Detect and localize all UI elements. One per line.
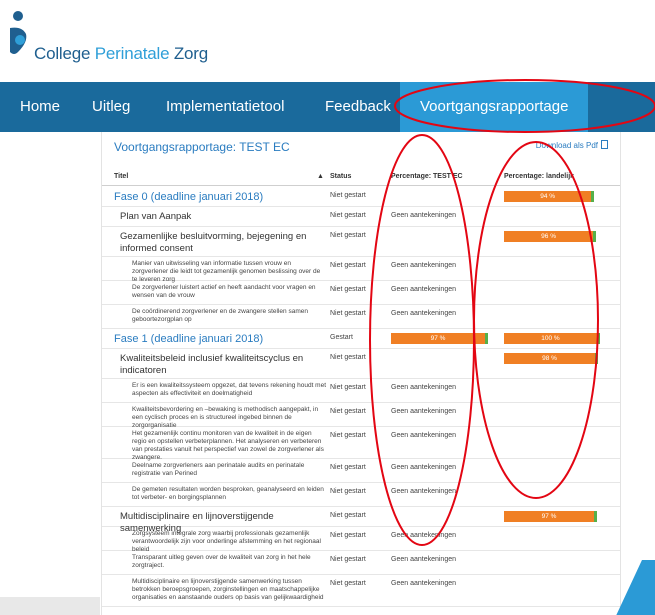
- nav-implementatietool[interactable]: Implementatietool: [166, 82, 284, 132]
- download-pdf-link[interactable]: Download als Pdf: [536, 140, 608, 150]
- row-test-value: Geen aantekeningen: [391, 532, 456, 539]
- row-test-value: Geen aantekeningen: [391, 286, 456, 293]
- row-title: De gemeten resultaten worden besproken, …: [132, 486, 324, 501]
- row-title: De zorgverlener luistert actief en heeft…: [132, 284, 316, 299]
- row-status: Niet gestart: [330, 384, 366, 391]
- table-row[interactable]: De gemeten resultaten worden besproken, …: [102, 483, 620, 507]
- row-title: Transparant uitleg geven over de kwalite…: [132, 554, 311, 569]
- row-status: Niet gestart: [330, 464, 366, 471]
- row-test-value: Geen aantekeningen: [391, 556, 456, 563]
- row-title: Multidisciplinaire en lijnoverstijgende …: [132, 578, 324, 601]
- table-row[interactable]: De coördinerend zorgverlener en de zwang…: [102, 305, 620, 329]
- row-test-value: Geen aantekeningen: [391, 432, 456, 439]
- row-title: Er is een kwaliteitssysteem opgezet, dat…: [132, 382, 327, 397]
- sort-asc-icon[interactable]: ▲: [317, 173, 324, 180]
- row-title: Plan van Aanpak: [120, 211, 192, 222]
- nav-feedback[interactable]: Feedback: [325, 82, 391, 132]
- row-status: Niet gestart: [330, 262, 366, 269]
- footer-strip: [0, 597, 100, 615]
- national-progress-bar: 97 %: [504, 511, 598, 522]
- table-row[interactable]: Manier van uitwisseling van informatie t…: [102, 257, 620, 283]
- row-test-value: Geen aantekeningen: [391, 580, 456, 587]
- row-status: Niet gestart: [330, 408, 366, 415]
- phase-row[interactable]: Fase 0 (deadline januari 2018) Niet gesta…: [102, 187, 620, 207]
- report-panel: Voortgangsrapportage: TEST EC Download a…: [101, 132, 621, 615]
- row-test-value: Geen aantekeningen: [391, 464, 456, 471]
- row-test-value: Geen aantekeningen: [391, 212, 456, 219]
- table-header: Titel ▲ Status Percentage: TEST EC Perce…: [102, 170, 620, 186]
- col-test[interactable]: Percentage: TEST EC: [391, 173, 463, 180]
- row-title: Het gezamenlijk continu monitoren van de…: [132, 430, 324, 461]
- table-row[interactable]: Zorgsysteem integrale zorg waarbij profe…: [102, 527, 620, 553]
- national-progress-bar: 100 %: [504, 333, 600, 344]
- table-row[interactable]: Er is een kwaliteitssysteem opgezet, dat…: [102, 379, 620, 403]
- row-status: Niet gestart: [330, 354, 366, 361]
- download-label: Download als Pdf: [535, 141, 598, 150]
- page-margin: [0, 132, 100, 615]
- section-row[interactable]: Multidisciplinaire en lijnoverstijgende …: [102, 507, 620, 534]
- section-row[interactable]: Kwaliteitsbeleid inclusief kwaliteitscyc…: [102, 349, 620, 379]
- row-status: Gestart: [330, 334, 353, 341]
- nav-home[interactable]: Home: [20, 82, 60, 132]
- row-test-value: Geen aantekeningen: [391, 262, 456, 269]
- table-row[interactable]: Multidisciplinaire en lijnoverstijgende …: [102, 575, 620, 607]
- row-status: Niet gestart: [330, 532, 366, 539]
- row-status: Niet gestart: [330, 556, 366, 563]
- table-row[interactable]: Het gezamenlijk continu monitoren van de…: [102, 427, 620, 461]
- row-status: Niet gestart: [330, 310, 366, 317]
- row-status: Niet gestart: [330, 580, 366, 587]
- row-status: Niet gestart: [330, 286, 366, 293]
- section-row[interactable]: Gezamenlijke besluitvorming, bejegening …: [102, 227, 620, 257]
- nav-uitleg[interactable]: Uitleg: [92, 82, 130, 132]
- row-title: Kwaliteitsbeleid inclusief kwaliteitscyc…: [120, 353, 304, 376]
- brand-logo[interactable]: College Perinatale Zorg: [8, 8, 308, 68]
- main-navigation: Home Uitleg Implementatietool Feedback V…: [0, 82, 655, 132]
- logo-icon: [10, 11, 27, 54]
- national-progress-bar: 98 %: [504, 353, 599, 364]
- row-title: Fase 1 (deadline januari 2018): [114, 333, 264, 345]
- row-status: Niet gestart: [330, 432, 366, 439]
- report-title: Voortgangsrapportage: TEST EC: [114, 140, 290, 154]
- national-progress-bar: 94 %: [504, 191, 595, 202]
- row-test-value: Geen aantekeningen: [391, 384, 456, 391]
- row-title: Fase 0 (deadline januari 2018): [114, 191, 264, 203]
- section-row[interactable]: Plan van Aanpak Niet gestart Geen aanteken…: [102, 207, 620, 227]
- row-status: Niet gestart: [330, 488, 366, 495]
- row-status: Niet gestart: [330, 192, 366, 199]
- test-progress-bar: 97 %: [391, 333, 488, 344]
- col-title[interactable]: Titel: [114, 173, 128, 180]
- table-row[interactable]: Deelname zorgverleners aan perinatale au…: [102, 459, 620, 483]
- row-status: Niet gestart: [330, 212, 366, 219]
- pdf-icon: [601, 140, 608, 149]
- row-title: Deelname zorgverleners aan perinatale au…: [132, 462, 305, 477]
- table-row[interactable]: De zorgverlener luistert actief en heeft…: [102, 281, 620, 305]
- table-row[interactable]: Transparant uitleg geven over de kwalite…: [102, 551, 620, 575]
- row-status: Niet gestart: [330, 232, 366, 239]
- col-national[interactable]: Percentage: landelijk: [504, 173, 574, 180]
- row-test-value: Geen aantekeningen: [391, 488, 456, 495]
- row-title: Gezamenlijke besluitvorming, bejegening …: [120, 231, 307, 254]
- national-progress-bar: 96 %: [504, 231, 597, 242]
- row-title: De coördinerend zorgverlener en de zwang…: [132, 308, 308, 323]
- nav-voortgangsrapportage[interactable]: Voortgangsrapportage: [400, 82, 588, 132]
- col-status[interactable]: Status: [330, 173, 351, 180]
- row-status: Niet gestart: [330, 512, 366, 519]
- phase-row[interactable]: Fase 1 (deadline januari 2018) Gestart 97 …: [102, 329, 620, 349]
- row-test-value: Geen aantekeningen: [391, 310, 456, 317]
- table-row[interactable]: Kwaliteitsbevordering en –bewaking is me…: [102, 403, 620, 429]
- brand-name: College Perinatale Zorg: [34, 44, 209, 63]
- row-test-value: Geen aantekeningen: [391, 408, 456, 415]
